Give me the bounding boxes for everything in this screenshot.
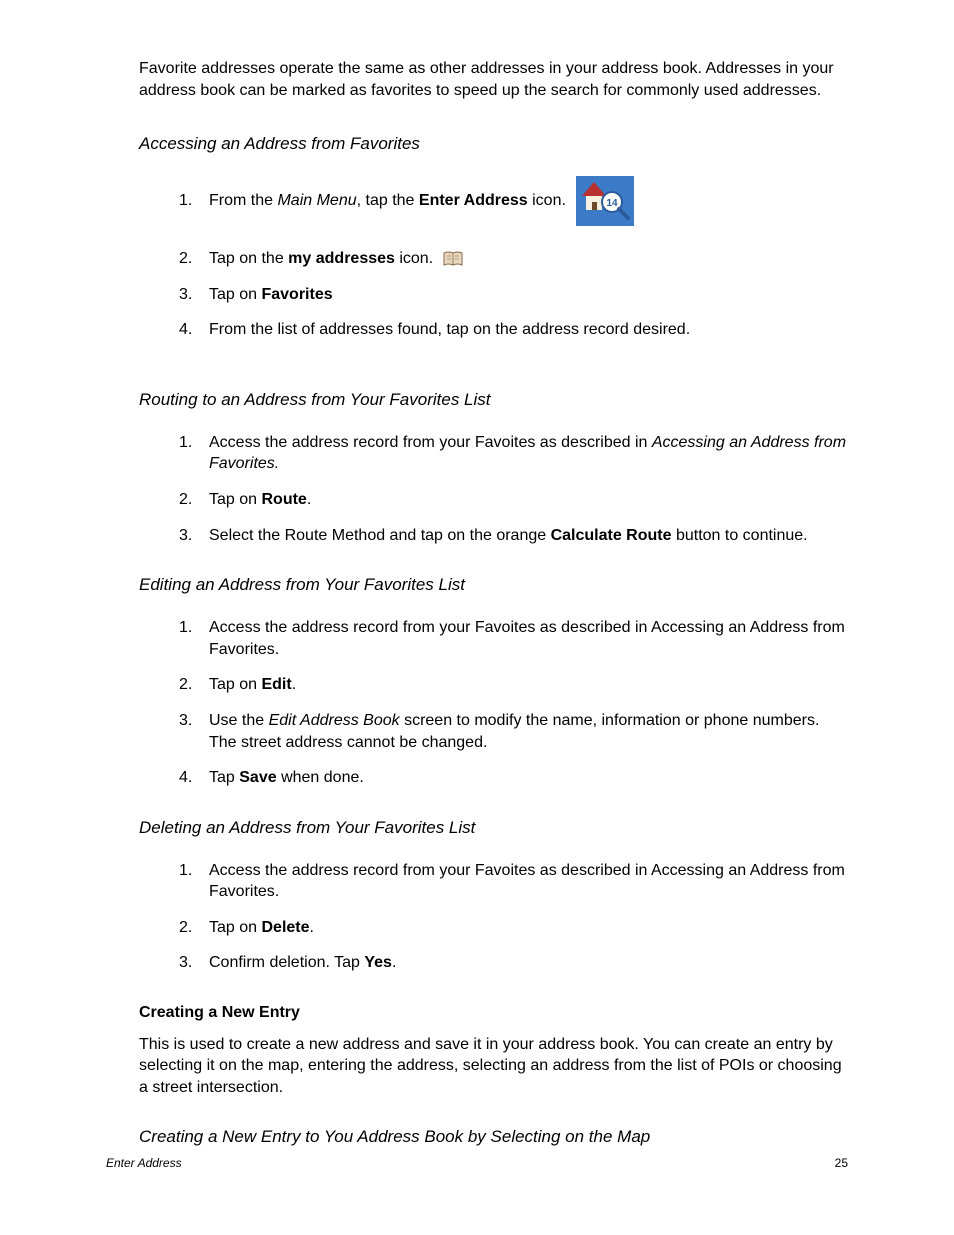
step-number: 3. bbox=[179, 952, 209, 974]
step-body: Tap on the my addresses icon. bbox=[209, 248, 848, 270]
step-body: Confirm deletion. Tap Yes. bbox=[209, 952, 848, 974]
step-number: 1. bbox=[179, 617, 209, 639]
step-number: 1. bbox=[179, 860, 209, 882]
list-item: 2. Tap on the my addresses icon. bbox=[179, 248, 848, 270]
step-body: Access the address record from your Favo… bbox=[209, 617, 848, 660]
step-body: Tap on Edit. bbox=[209, 674, 848, 696]
list-item: 1. Access the address record from your F… bbox=[179, 860, 848, 903]
step-number: 4. bbox=[179, 767, 209, 789]
steps-editing: 1. Access the address record from your F… bbox=[139, 617, 848, 789]
footer-page-number: 25 bbox=[835, 1155, 848, 1171]
step-body: From the list of addresses found, tap on… bbox=[209, 319, 848, 341]
step-number: 2. bbox=[179, 248, 209, 270]
step-number: 1. bbox=[179, 190, 209, 212]
heading-deleting-favorites: Deleting an Address from Your Favorites … bbox=[139, 817, 848, 840]
svg-text:14: 14 bbox=[607, 198, 619, 209]
my-addresses-icon bbox=[442, 250, 464, 268]
list-item: 2. Tap on Edit. bbox=[179, 674, 848, 696]
step-number: 3. bbox=[179, 710, 209, 732]
steps-deleting: 1. Access the address record from your F… bbox=[139, 860, 848, 974]
list-item: 2. Tap on Route. bbox=[179, 489, 848, 511]
step-body: Tap Save when done. bbox=[209, 767, 848, 789]
step-body: From the Main Menu, tap the Enter Addres… bbox=[209, 176, 848, 226]
step-body: Access the address record from your Favo… bbox=[209, 860, 848, 903]
list-item: 1. Access the address record from your F… bbox=[179, 432, 848, 475]
footer-section-name: Enter Address bbox=[106, 1155, 182, 1171]
list-item: 3. Confirm deletion. Tap Yes. bbox=[179, 952, 848, 974]
heading-creating-entry: Creating a New Entry bbox=[139, 1002, 848, 1024]
step-body: Select the Route Method and tap on the o… bbox=[209, 525, 848, 547]
step-body: Tap on Favorites bbox=[209, 284, 848, 306]
list-item: 3. Select the Route Method and tap on th… bbox=[179, 525, 848, 547]
step-number: 1. bbox=[179, 432, 209, 454]
step-body: Use the Edit Address Book screen to modi… bbox=[209, 710, 848, 753]
heading-accessing-favorites: Accessing an Address from Favorites bbox=[139, 133, 848, 156]
step-number: 2. bbox=[179, 674, 209, 696]
heading-routing-favorites: Routing to an Address from Your Favorite… bbox=[139, 389, 848, 412]
list-item: 4. From the list of addresses found, tap… bbox=[179, 319, 848, 341]
steps-accessing-favorites: 1. From the Main Menu, tap the Enter Add… bbox=[139, 176, 848, 341]
step-number: 3. bbox=[179, 284, 209, 306]
steps-routing: 1. Access the address record from your F… bbox=[139, 432, 848, 546]
step-body: Tap on Route. bbox=[209, 489, 848, 511]
creating-entry-paragraph: This is used to create a new address and… bbox=[139, 1034, 848, 1099]
list-item: 1. Access the address record from your F… bbox=[179, 617, 848, 660]
heading-editing-favorites: Editing an Address from Your Favorites L… bbox=[139, 574, 848, 597]
list-item: 4. Tap Save when done. bbox=[179, 767, 848, 789]
page-footer: Enter Address 25 bbox=[106, 1155, 848, 1171]
step-number: 2. bbox=[179, 489, 209, 511]
heading-creating-by-map: Creating a New Entry to You Address Book… bbox=[139, 1126, 848, 1149]
list-item: 2. Tap on Delete. bbox=[179, 917, 848, 939]
step-number: 4. bbox=[179, 319, 209, 341]
enter-address-icon: 14 bbox=[576, 176, 634, 226]
list-item: 1. From the Main Menu, tap the Enter Add… bbox=[179, 176, 848, 226]
list-item: 3. Use the Edit Address Book screen to m… bbox=[179, 710, 848, 753]
step-number: 2. bbox=[179, 917, 209, 939]
list-item: 3. Tap on Favorites bbox=[179, 284, 848, 306]
step-body: Access the address record from your Favo… bbox=[209, 432, 848, 475]
step-number: 3. bbox=[179, 525, 209, 547]
step-body: Tap on Delete. bbox=[209, 917, 848, 939]
intro-paragraph: Favorite addresses operate the same as o… bbox=[139, 58, 848, 101]
